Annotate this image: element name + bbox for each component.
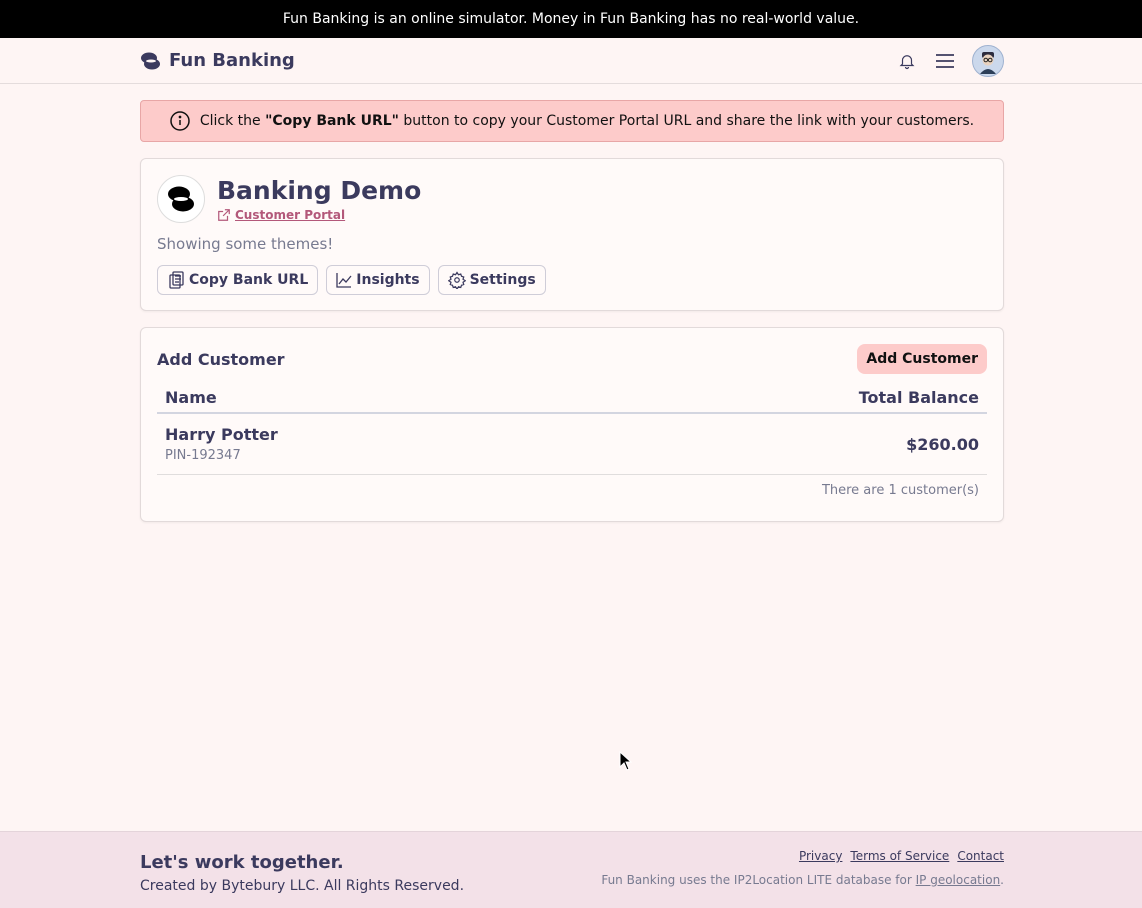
info-alert: Click the "Copy Bank URL" button to copy…	[140, 100, 1004, 142]
column-name: Name	[165, 387, 217, 407]
avatar-icon	[980, 51, 996, 74]
top-banner-text: Fun Banking is an online simulator. Mone…	[282, 11, 860, 27]
settings-button[interactable]: Settings	[437, 265, 546, 295]
terms-link[interactable]: Terms of Service	[850, 849, 949, 863]
footer-copyright: Created by Bytebury LLC. All Rights Rese…	[140, 878, 465, 894]
menu-icon	[936, 53, 954, 68]
alert-text: Click the "Copy Bank URL" button to copy…	[199, 113, 975, 129]
geolocation-note: Fun Banking uses the IP2Location LITE da…	[601, 873, 1004, 887]
customers-card: Add Customer Add Customer Name Total Bal…	[140, 327, 1004, 522]
customer-count: There are 1 customer(s)	[821, 483, 979, 498]
footer-links: Privacy Terms of Service Contact	[799, 849, 1004, 863]
menu-button[interactable]	[934, 50, 956, 72]
customer-name[interactable]: Harry Potter	[165, 425, 278, 444]
chart-line-icon	[336, 273, 352, 288]
bank-logo-icon	[168, 186, 194, 212]
bank-title: Banking Demo	[217, 176, 422, 205]
gear-icon	[447, 271, 466, 289]
insights-button[interactable]: Insights	[326, 265, 430, 295]
ip-geolocation-link[interactable]: IP geolocation	[916, 873, 1001, 887]
bank-card: Banking Demo Customer Portal Showing som…	[140, 158, 1004, 311]
customers-title: Add Customer	[157, 349, 285, 369]
avatar[interactable]	[972, 44, 1004, 77]
table-row[interactable]: Harry Potter PIN-192347 $260.00	[157, 414, 987, 475]
privacy-link[interactable]: Privacy	[799, 849, 842, 863]
bell-icon	[899, 54, 915, 69]
copy-bank-url-button[interactable]: Copy Bank URL	[157, 265, 319, 295]
bank-logo	[157, 175, 205, 223]
brand-name: Fun Banking	[169, 50, 295, 71]
customers-table: Name Total Balance Harry Potter PIN-1923…	[157, 382, 987, 506]
notifications-button[interactable]	[896, 50, 918, 72]
brand-logo-icon	[141, 52, 160, 69]
bank-subtitle: Showing some themes!	[157, 235, 334, 253]
top-banner: Fun Banking is an online simulator. Mone…	[0, 0, 1142, 38]
navbar: Fun Banking	[0, 38, 1142, 84]
customer-portal-label: Customer Portal	[235, 208, 346, 222]
footer: Let's work together. Created by Bytebury…	[0, 831, 1142, 908]
brand-link[interactable]: Fun Banking	[140, 50, 295, 71]
external-edit-icon	[218, 209, 230, 221]
clipboard-icon	[169, 271, 184, 289]
column-balance: Total Balance	[858, 387, 979, 407]
customer-pin: PIN-192347	[165, 448, 241, 463]
info-icon	[170, 111, 190, 131]
table-header: Name Total Balance	[157, 382, 987, 414]
customer-balance: $260.00	[906, 434, 979, 454]
add-customer-button[interactable]: Add Customer	[857, 344, 987, 374]
customer-portal-link[interactable]: Customer Portal	[217, 208, 421, 222]
mouse-cursor-icon	[619, 751, 633, 771]
contact-link[interactable]: Contact	[957, 849, 1004, 863]
footer-title: Let's work together.	[140, 852, 344, 873]
